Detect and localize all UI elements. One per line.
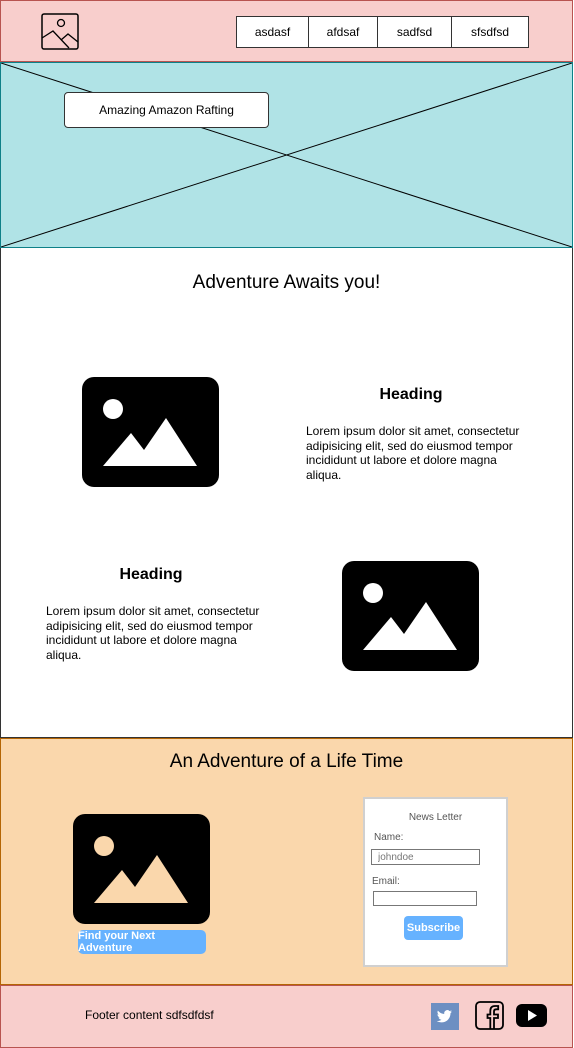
nav-item-1[interactable]: asdasf — [236, 16, 309, 48]
feature-1-heading: Heading — [379, 386, 443, 403]
name-label: Name: — [374, 832, 404, 843]
nav-item-4[interactable]: sfsdfsd — [451, 16, 529, 48]
name-field[interactable] — [371, 849, 480, 865]
email-field[interactable] — [373, 891, 477, 906]
hero-title: Amazing Amazon Rafting — [64, 92, 269, 128]
image-placeholder-cross-icon — [1, 63, 572, 247]
find-adventure-button[interactable]: Find your Next Adventure — [78, 930, 206, 954]
subscribe-button[interactable]: Subscribe — [404, 916, 463, 940]
email-label: Email: — [372, 876, 400, 887]
youtube-icon[interactable] — [515, 1002, 548, 1029]
twitter-icon[interactable] — [431, 1003, 459, 1030]
nav-item-3[interactable]: sadfsd — [377, 16, 452, 48]
feature-1-image-icon — [82, 377, 219, 487]
newsletter-title: News Letter — [408, 812, 463, 823]
promo-title: An Adventure of a Life Time — [169, 751, 404, 772]
feature-2-image-icon — [342, 561, 479, 671]
main-section — [0, 248, 573, 738]
logo-image-icon[interactable] — [41, 13, 79, 50]
feature-2-heading: Heading — [119, 566, 183, 583]
newsletter-form: News Letter Name: Email: — [363, 797, 508, 967]
facebook-icon[interactable] — [475, 1001, 504, 1030]
feature-1-text: Lorem ipsum dolor sit amet, consectetur … — [306, 424, 520, 482]
nav-item-2[interactable]: afdsaf — [308, 16, 378, 48]
hero-banner — [0, 62, 573, 248]
footer-text: Footer content sdfsdfdsf — [85, 1008, 214, 1022]
promo-image-icon — [73, 814, 210, 924]
feature-2-text: Lorem ipsum dolor sit amet, consectetur … — [46, 604, 260, 662]
main-title: Adventure Awaits you! — [192, 272, 381, 293]
